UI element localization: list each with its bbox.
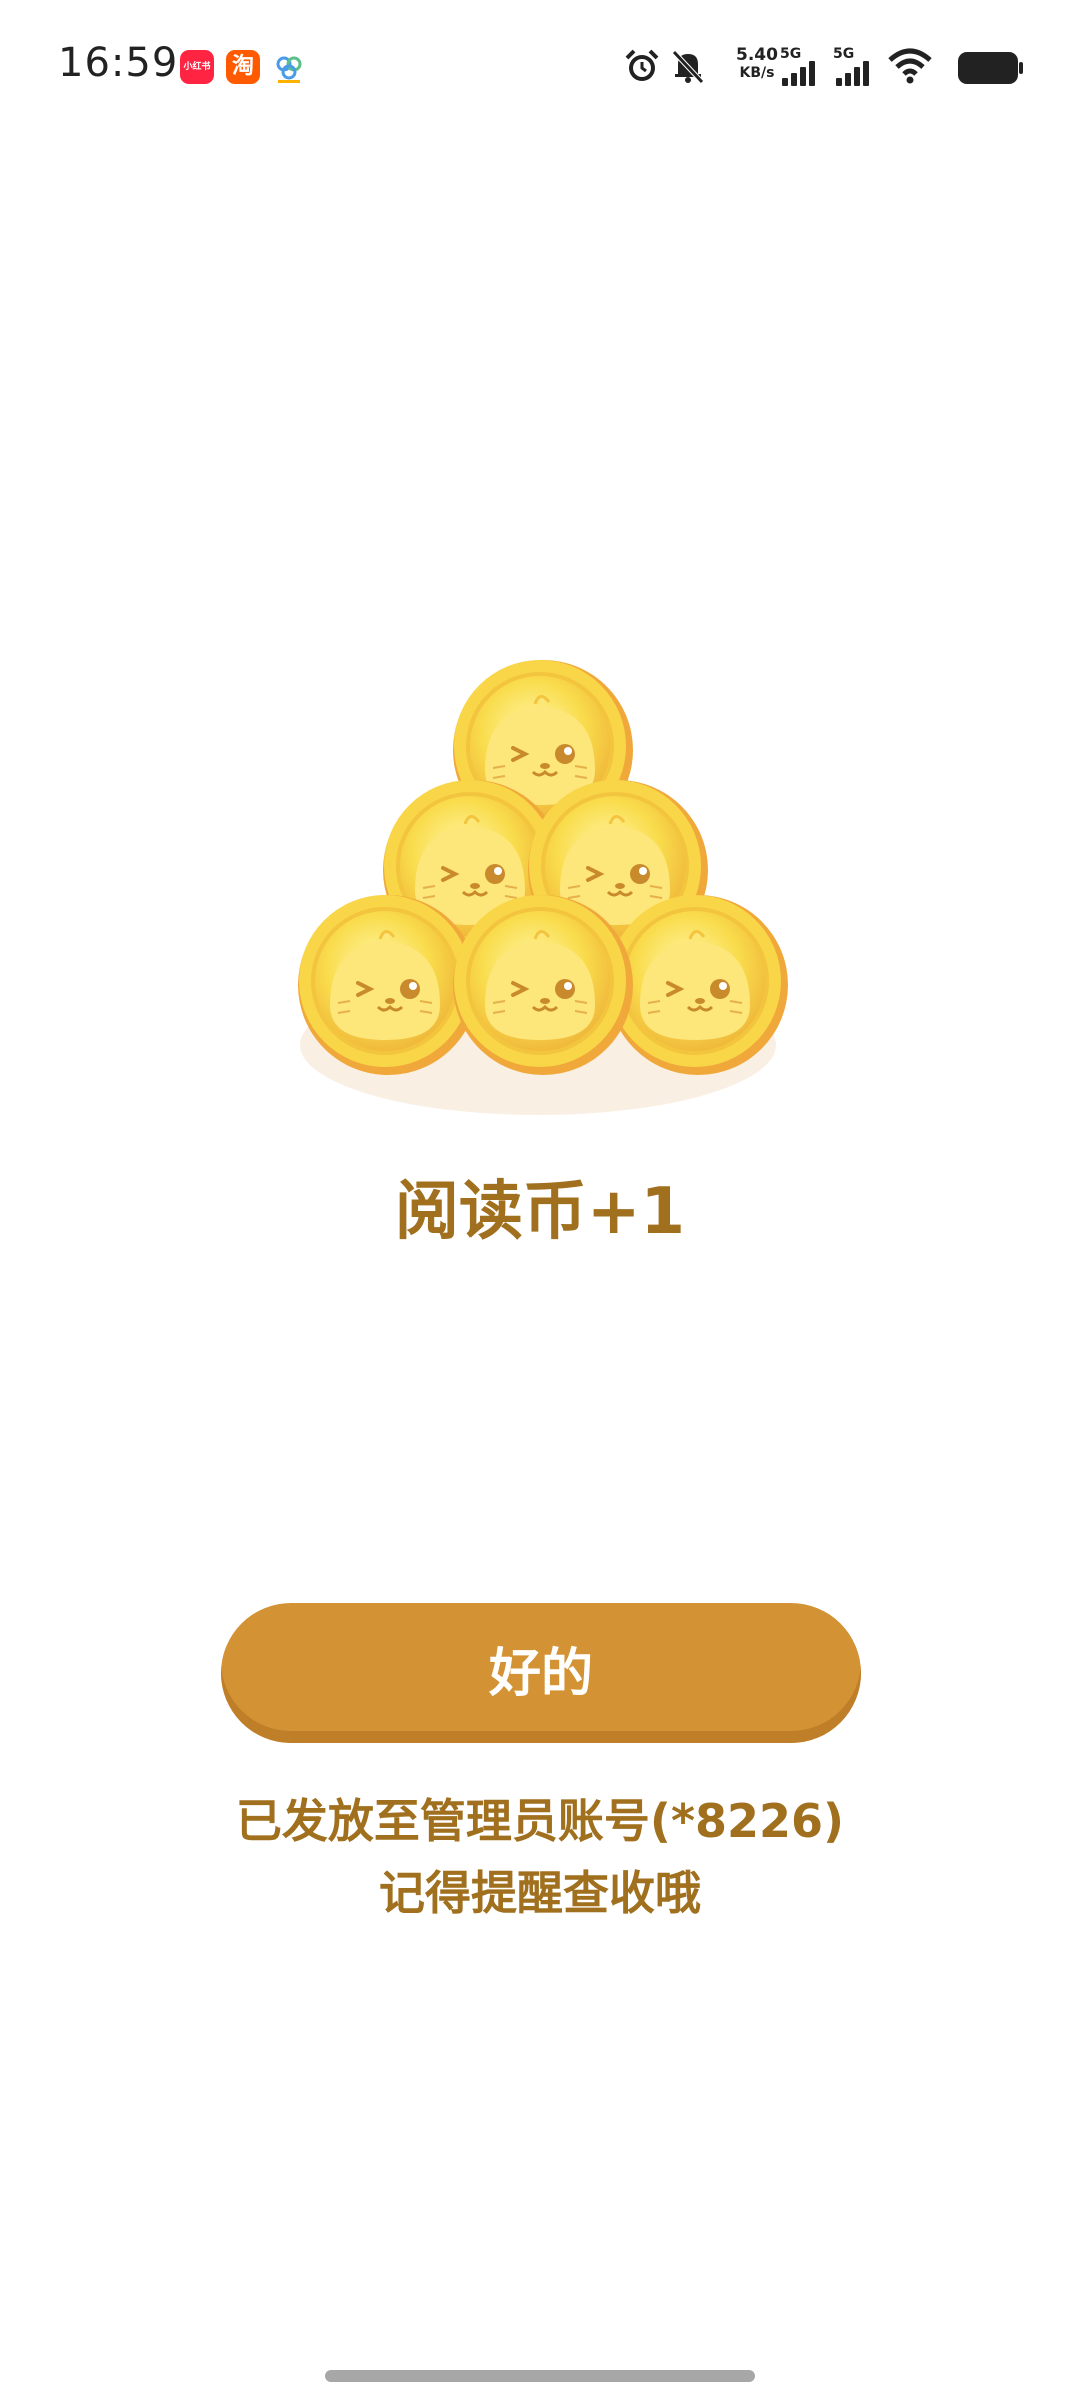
status-time: 16:59	[58, 40, 179, 86]
notice-line-2: 记得提醒查收哦	[379, 1866, 701, 1920]
net-speed-value: 5.40	[736, 45, 778, 65]
battery-icon	[958, 50, 1024, 90]
notice-text: 已发放至管理员账号(*8226) 记得提醒查收哦	[0, 1785, 1080, 1929]
reward-title: 阅读币+1	[394, 1175, 686, 1249]
ok-button-label: 好的	[488, 1643, 593, 1704]
wifi-icon	[888, 48, 932, 88]
alarm-icon	[622, 46, 662, 90]
taobao-icon: 淘	[226, 50, 260, 84]
signal-2-icon	[836, 60, 869, 86]
home-indicator[interactable]	[325, 2370, 755, 2382]
ok-button[interactable]: 好的	[221, 1603, 861, 1743]
notice-line-1: 已发放至管理员账号(*8226)	[235, 1794, 845, 1848]
xiaohongshu-icon: 小红书	[180, 50, 214, 84]
net-speed-unit: KB/s	[739, 65, 775, 81]
mute-bell-icon	[668, 46, 708, 90]
net-speed: 5.40 KB/s	[728, 46, 786, 82]
status-bar: 16:59 小红书 淘 5.40 KB/s 5G 5G	[0, 0, 1080, 130]
coins-illustration	[288, 640, 790, 1134]
cloud-app-icon	[272, 52, 306, 84]
signal-1-icon	[782, 60, 815, 86]
